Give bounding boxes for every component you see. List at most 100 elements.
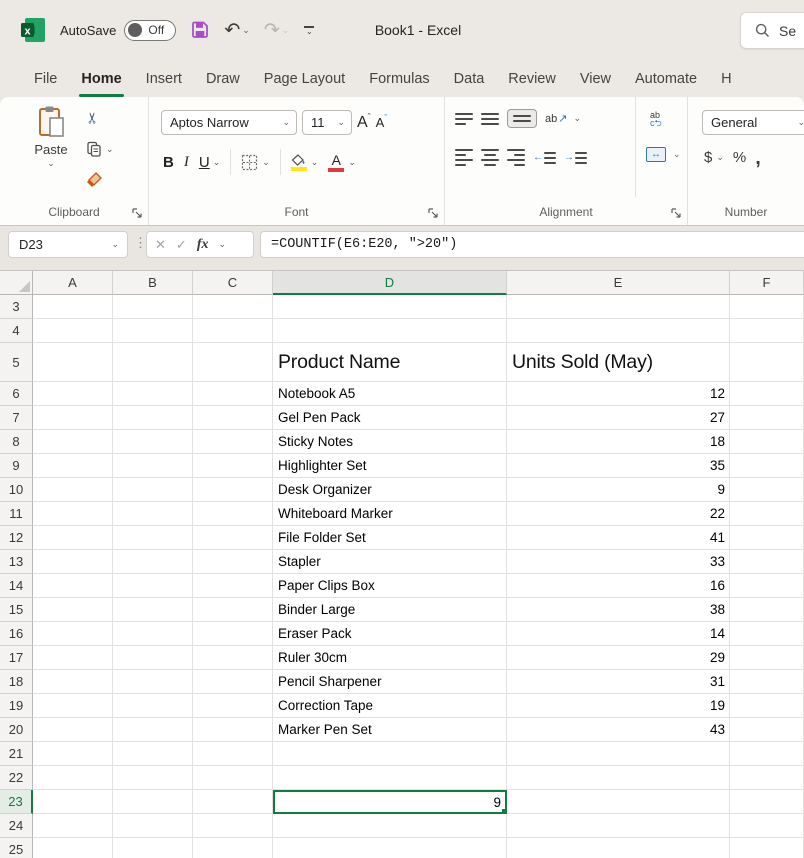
- cell-E23[interactable]: [507, 790, 730, 814]
- borders-button[interactable]: ⌄: [241, 154, 270, 171]
- cell-A7[interactable]: [33, 406, 113, 430]
- cell-F4[interactable]: [730, 319, 804, 343]
- cell-B16[interactable]: [113, 622, 193, 646]
- cell-A10[interactable]: [33, 478, 113, 502]
- fill-color-button[interactable]: ⌄: [291, 154, 319, 171]
- cell-E6[interactable]: 12: [507, 382, 730, 406]
- cell-E5[interactable]: Units Sold (May): [507, 343, 730, 382]
- row-header-22[interactable]: 22: [0, 766, 33, 790]
- cell-A19[interactable]: [33, 694, 113, 718]
- row-header-10[interactable]: 10: [0, 478, 33, 502]
- cell-A9[interactable]: [33, 454, 113, 478]
- cell-C9[interactable]: [193, 454, 273, 478]
- cell-D16[interactable]: Eraser Pack: [273, 622, 507, 646]
- cell-E16[interactable]: 14: [507, 622, 730, 646]
- clipboard-dialog-launcher[interactable]: [131, 207, 143, 219]
- cell-F20[interactable]: [730, 718, 804, 742]
- cell-E9[interactable]: 35: [507, 454, 730, 478]
- cell-D8[interactable]: Sticky Notes: [273, 430, 507, 454]
- cell-A24[interactable]: [33, 814, 113, 838]
- column-header-C[interactable]: C: [193, 271, 273, 295]
- cancel-button[interactable]: ✕: [155, 237, 166, 253]
- cell-F11[interactable]: [730, 502, 804, 526]
- cell-B11[interactable]: [113, 502, 193, 526]
- cell-E13[interactable]: 33: [507, 550, 730, 574]
- cell-D25[interactable]: [273, 838, 507, 858]
- cell-C20[interactable]: [193, 718, 273, 742]
- borders-chevron-icon[interactable]: ⌄: [262, 157, 270, 168]
- autosave-control[interactable]: AutoSave Off: [60, 20, 176, 41]
- fill-color-chevron-icon[interactable]: ⌄: [311, 157, 319, 168]
- cell-A21[interactable]: [33, 742, 113, 766]
- tab-h[interactable]: H: [709, 60, 743, 97]
- cell-F19[interactable]: [730, 694, 804, 718]
- comma-style-button[interactable]: ,: [755, 151, 761, 165]
- cell-B13[interactable]: [113, 550, 193, 574]
- cell-D7[interactable]: Gel Pen Pack: [273, 406, 507, 430]
- cell-F24[interactable]: [730, 814, 804, 838]
- cell-C3[interactable]: [193, 295, 273, 319]
- name-box[interactable]: D23 ⌄: [8, 231, 128, 258]
- middle-align-button[interactable]: [481, 113, 499, 125]
- row-header-24[interactable]: 24: [0, 814, 33, 838]
- cell-D9[interactable]: Highlighter Set: [273, 454, 507, 478]
- cell-C6[interactable]: [193, 382, 273, 406]
- cell-A22[interactable]: [33, 766, 113, 790]
- cell-A5[interactable]: [33, 343, 113, 382]
- cell-C18[interactable]: [193, 670, 273, 694]
- cell-F17[interactable]: [730, 646, 804, 670]
- cell-F5[interactable]: [730, 343, 804, 382]
- cell-E20[interactable]: 43: [507, 718, 730, 742]
- paste-chevron-icon[interactable]: ⌄: [47, 158, 55, 169]
- cell-F16[interactable]: [730, 622, 804, 646]
- tab-view[interactable]: View: [568, 60, 623, 97]
- cell-E4[interactable]: [507, 319, 730, 343]
- accounting-format-button[interactable]: $ ⌄: [704, 149, 724, 166]
- cell-F22[interactable]: [730, 766, 804, 790]
- increase-font-size-button[interactable]: Aˆ: [357, 114, 371, 132]
- cell-C11[interactable]: [193, 502, 273, 526]
- cell-C13[interactable]: [193, 550, 273, 574]
- cell-B14[interactable]: [113, 574, 193, 598]
- row-header-13[interactable]: 13: [0, 550, 33, 574]
- cell-A11[interactable]: [33, 502, 113, 526]
- wrap-text-button[interactable]: ab c⮌: [650, 111, 662, 127]
- undo-chevron-icon[interactable]: ⌄: [242, 26, 250, 35]
- cell-A8[interactable]: [33, 430, 113, 454]
- font-size-select[interactable]: 11 ⌄: [302, 110, 352, 135]
- tab-insert[interactable]: Insert: [134, 60, 194, 97]
- cell-A17[interactable]: [33, 646, 113, 670]
- font-color-button[interactable]: A ⌄: [328, 153, 356, 172]
- tab-draw[interactable]: Draw: [194, 60, 252, 97]
- cell-A4[interactable]: [33, 319, 113, 343]
- row-header-21[interactable]: 21: [0, 742, 33, 766]
- underline-chevron-icon[interactable]: ⌄: [213, 157, 221, 168]
- cell-B4[interactable]: [113, 319, 193, 343]
- cell-B21[interactable]: [113, 742, 193, 766]
- cell-F6[interactable]: [730, 382, 804, 406]
- save-icon[interactable]: [190, 20, 210, 40]
- cell-E18[interactable]: 31: [507, 670, 730, 694]
- cell-D23[interactable]: 9: [273, 790, 507, 814]
- alignment-dialog-launcher[interactable]: [670, 207, 682, 219]
- cell-E7[interactable]: 27: [507, 406, 730, 430]
- cell-B8[interactable]: [113, 430, 193, 454]
- cell-E3[interactable]: [507, 295, 730, 319]
- cell-A12[interactable]: [33, 526, 113, 550]
- cell-C21[interactable]: [193, 742, 273, 766]
- cell-B5[interactable]: [113, 343, 193, 382]
- select-all-corner[interactable]: [0, 271, 33, 295]
- orientation-chevron-icon[interactable]: ⌄: [573, 113, 581, 124]
- autosave-toggle[interactable]: Off: [124, 20, 176, 41]
- cell-E10[interactable]: 9: [507, 478, 730, 502]
- cell-A18[interactable]: [33, 670, 113, 694]
- font-color-chevron-icon[interactable]: ⌄: [348, 157, 356, 168]
- cell-B17[interactable]: [113, 646, 193, 670]
- cell-F18[interactable]: [730, 670, 804, 694]
- row-header-15[interactable]: 15: [0, 598, 33, 622]
- cell-D22[interactable]: [273, 766, 507, 790]
- accounting-chevron-icon[interactable]: ⌄: [716, 152, 724, 163]
- enter-button[interactable]: ✓: [176, 237, 187, 253]
- cell-E8[interactable]: 18: [507, 430, 730, 454]
- row-header-18[interactable]: 18: [0, 670, 33, 694]
